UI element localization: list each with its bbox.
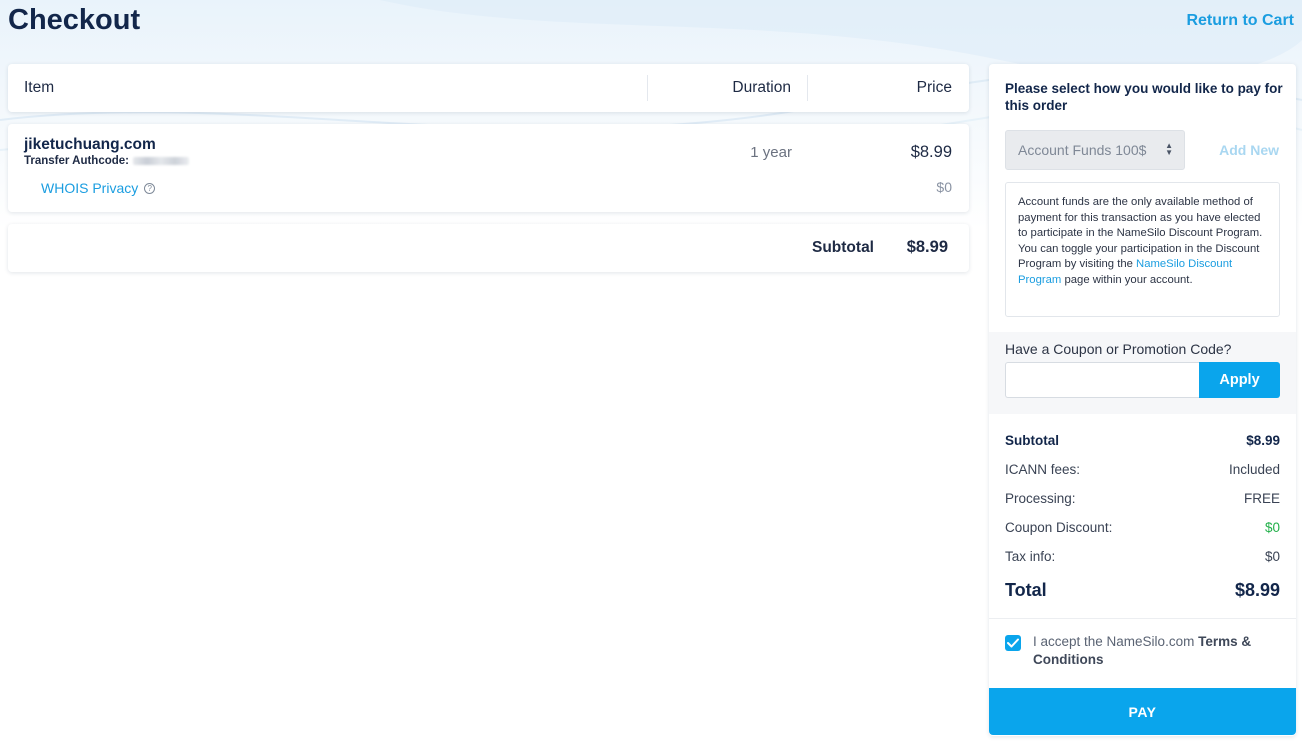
coupon-input[interactable]: [1005, 362, 1199, 398]
icann-value: Included: [1228, 462, 1280, 477]
summary-total-row: Total $8.99: [1005, 576, 1280, 610]
column-divider: [647, 75, 648, 101]
page-title: Checkout: [8, 4, 141, 36]
sort-arrows-icon: ▲ ▼: [1165, 141, 1173, 157]
pay-button[interactable]: PAY: [989, 688, 1296, 735]
header-item: Item: [24, 79, 55, 96]
summary-subtotal-row: Subtotal $8.99: [1005, 429, 1280, 458]
payment-heading: Please select how you would like to pay …: [1005, 81, 1283, 113]
terms-checkbox[interactable]: [1005, 635, 1021, 651]
coupon-discount-value: $0: [1264, 520, 1280, 535]
payment-method-value: Account Funds 100$: [1018, 142, 1147, 158]
cart-item-row: jiketuchuang.com Transfer Authcode: 1 ye…: [8, 124, 969, 212]
processing-label: Processing:: [1005, 491, 1076, 506]
whois-privacy-label: WHOIS Privacy: [41, 180, 139, 196]
header-price: Price: [916, 79, 952, 96]
authcode-redacted: [133, 156, 190, 165]
header-duration: Duration: [732, 79, 791, 96]
summary-tax-row: Tax info: $0: [1005, 545, 1280, 574]
order-summary: Subtotal $8.99 ICANN fees: Included Proc…: [1005, 429, 1280, 610]
column-divider: [807, 75, 808, 101]
summary-subtotal-value: $8.99: [1246, 433, 1280, 448]
processing-value: FREE: [1243, 491, 1280, 506]
cart-section: Item Duration Price jiketuchuang.com Tra…: [8, 64, 969, 272]
payment-panel: Please select how you would like to pay …: [989, 64, 1296, 736]
whois-privacy-link[interactable]: WHOIS Privacy?: [41, 180, 156, 196]
payment-method-select[interactable]: Account Funds 100$ ▲ ▼: [1005, 130, 1185, 170]
note-text-2: page within your account.: [1061, 273, 1193, 286]
divider: [989, 618, 1296, 619]
apply-coupon-button[interactable]: Apply: [1199, 362, 1280, 398]
checkmark-icon: [1007, 638, 1019, 648]
summary-processing-row: Processing: FREE: [1005, 487, 1280, 516]
coupon-label: Have a Coupon or Promotion Code?: [1005, 341, 1232, 357]
transfer-authcode: Transfer Authcode:: [24, 155, 190, 167]
icann-label: ICANN fees:: [1005, 462, 1081, 477]
tax-label: Tax info:: [1005, 549, 1056, 564]
help-circle-icon[interactable]: ?: [144, 183, 156, 194]
subtotal-value: $8.99: [906, 238, 948, 256]
subtotal-label: Subtotal: [812, 239, 874, 256]
coupon-discount-label: Coupon Discount:: [1005, 520, 1113, 535]
total-value: $8.99: [1234, 580, 1280, 600]
add-new-payment-link[interactable]: Add New: [1219, 142, 1279, 158]
whois-privacy-price: $0: [936, 179, 952, 195]
cart-table-header: Item Duration Price: [8, 64, 969, 112]
tax-value: $0: [1264, 549, 1280, 564]
domain-name: jiketuchuang.com: [24, 136, 156, 153]
terms-prefix: I accept the NameSilo.com: [1033, 634, 1199, 649]
item-price: $8.99: [910, 143, 952, 161]
coupon-section: Have a Coupon or Promotion Code? Apply: [989, 332, 1296, 414]
summary-coupon-row: Coupon Discount: $0: [1005, 516, 1280, 545]
terms-text: I accept the NameSilo.com Terms & Condit…: [1033, 633, 1273, 669]
item-duration: 1 year: [750, 144, 792, 161]
authcode-label: Transfer Authcode:: [24, 155, 130, 167]
return-to-cart-link[interactable]: Return to Cart: [1186, 12, 1294, 30]
summary-subtotal-label: Subtotal: [1005, 433, 1059, 448]
summary-icann-row: ICANN fees: Included: [1005, 458, 1280, 487]
total-label: Total: [1005, 580, 1047, 600]
cart-subtotal: Subtotal $8.99: [8, 224, 969, 272]
account-funds-note: Account funds are the only available met…: [1005, 182, 1280, 317]
